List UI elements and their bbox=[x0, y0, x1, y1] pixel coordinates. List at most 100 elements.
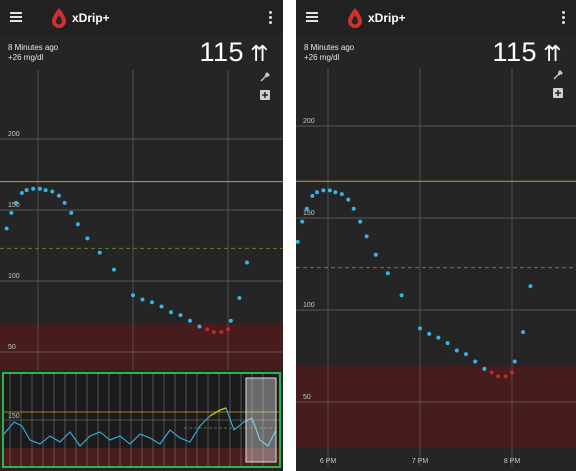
x-tick-label: 8 PM bbox=[504, 458, 521, 465]
glucose-reading-point bbox=[399, 293, 404, 298]
glucose-reading-point bbox=[85, 236, 90, 241]
glucose-reading-point bbox=[473, 359, 478, 364]
glucose-reading-point bbox=[159, 304, 164, 309]
glucose-reading-point bbox=[445, 341, 450, 346]
y-tick-label: 100 bbox=[8, 273, 20, 280]
history-preview[interactable]: 150 bbox=[2, 372, 281, 468]
history-preview-chart: 150 bbox=[3, 374, 279, 466]
low-reading-point bbox=[503, 374, 508, 379]
glucose-value: 115 bbox=[492, 37, 538, 67]
glucose-reading-point bbox=[56, 193, 61, 198]
glucose-reading-point bbox=[237, 296, 242, 301]
glucose-reading-point bbox=[4, 226, 9, 231]
low-reading-point bbox=[496, 374, 501, 379]
status-text: 8 Minutes ago +26 mg/dl bbox=[8, 43, 58, 63]
glucose-reading-point bbox=[327, 188, 332, 193]
glucose-reading-point bbox=[321, 188, 326, 193]
y-tick-label: 150 bbox=[8, 413, 20, 420]
overflow-menu-icon[interactable] bbox=[269, 11, 273, 25]
low-zone-band bbox=[0, 323, 283, 370]
app-bar: xDrip+ bbox=[0, 0, 283, 36]
screen-left: xDrip+ 8 Minutes ago +26 mg/dl 115 ⇈ 200 1… bbox=[0, 0, 283, 471]
glucose-reading-point bbox=[197, 324, 202, 329]
y-tick-label: 50 bbox=[8, 344, 16, 351]
glucose-reading-point bbox=[131, 293, 135, 298]
low-reading-point bbox=[219, 330, 224, 335]
glucose-reading-point bbox=[97, 250, 102, 255]
glucose-reading-point bbox=[427, 331, 432, 336]
glucose-reading: 115 ⇈ bbox=[200, 37, 269, 68]
glucose-value: 115 bbox=[199, 37, 245, 67]
delta: +26 mg/dl bbox=[8, 53, 44, 62]
glucose-reading: 115 ⇈ bbox=[493, 37, 562, 68]
y-tick-label: 200 bbox=[8, 131, 20, 138]
glucose-reading-point bbox=[140, 297, 145, 302]
y-tick-label: 200 bbox=[303, 118, 315, 125]
glucose-reading-point bbox=[188, 318, 192, 323]
glucose-chart[interactable]: 200150100506 PM7 PM8 PM bbox=[0, 70, 283, 370]
glucose-reading-point bbox=[62, 200, 67, 205]
glucose-reading-point bbox=[31, 186, 36, 191]
y-tick-label: 100 bbox=[303, 302, 315, 309]
glucose-reading-point bbox=[373, 252, 378, 257]
glucose-reading-point bbox=[19, 190, 24, 195]
low-reading-point bbox=[205, 327, 210, 332]
glucose-reading-point bbox=[346, 197, 351, 202]
glucose-reading-point bbox=[436, 335, 441, 340]
glucose-reading-point bbox=[300, 219, 305, 224]
glucose-reading-point bbox=[512, 359, 517, 364]
glucose-reading-point bbox=[24, 188, 29, 193]
menu-icon[interactable] bbox=[306, 12, 318, 22]
glucose-reading-point bbox=[150, 300, 154, 305]
low-reading-point bbox=[211, 330, 216, 335]
glucose-reading-point bbox=[454, 348, 459, 353]
glucose-reading-point bbox=[339, 192, 344, 197]
app-title: xDrip+ bbox=[72, 11, 110, 25]
glucose-reading-point bbox=[112, 267, 116, 272]
glucose-reading-point bbox=[37, 186, 42, 191]
app-bar: xDrip+ bbox=[296, 0, 576, 36]
glucose-reading-point bbox=[304, 206, 309, 211]
status-text: 8 Minutes ago +26 mg/dl bbox=[304, 43, 354, 63]
glucose-reading-point bbox=[482, 366, 487, 371]
glucose-reading-point bbox=[385, 271, 390, 276]
glucose-reading-point bbox=[333, 190, 338, 195]
glucose-reading-point bbox=[358, 219, 363, 224]
glucose-reading-point bbox=[43, 188, 48, 193]
overflow-menu-icon[interactable] bbox=[562, 11, 566, 25]
y-tick-label: 150 bbox=[303, 210, 315, 217]
glucose-reading-point bbox=[178, 313, 183, 318]
glucose-reading-point bbox=[69, 210, 74, 215]
viewport-selector bbox=[245, 377, 277, 463]
glucose-reading-point bbox=[296, 239, 300, 244]
glucose-reading-point bbox=[14, 200, 19, 205]
menu-icon[interactable] bbox=[10, 12, 22, 22]
trend-arrow-icon: ⇈ bbox=[543, 41, 562, 66]
y-tick-label: 50 bbox=[303, 394, 311, 401]
low-reading-point bbox=[489, 370, 494, 375]
glucose-reading-point bbox=[228, 318, 233, 323]
xdrip-logo-icon bbox=[52, 8, 66, 28]
glucose-reading-point bbox=[464, 352, 468, 357]
glucose-reading-point bbox=[418, 326, 422, 331]
x-tick-label: 7 PM bbox=[412, 458, 429, 465]
low-reading-point bbox=[510, 370, 514, 375]
app-title: xDrip+ bbox=[368, 11, 406, 25]
glucose-reading-point bbox=[364, 234, 369, 239]
glucose-reading-point bbox=[245, 260, 249, 265]
low-reading-point bbox=[226, 327, 230, 332]
glucose-reading-point bbox=[50, 189, 55, 194]
minutes-ago: 8 Minutes ago bbox=[8, 43, 59, 52]
glucose-chart[interactable]: 200 150 100 50 6 PM 7 PM 8 PM bbox=[296, 68, 576, 468]
low-zone-band bbox=[296, 365, 576, 448]
glucose-reading-point bbox=[528, 284, 533, 289]
history-trace bbox=[3, 407, 277, 447]
low-zone-band bbox=[4, 448, 279, 466]
delta: +26 mg/dl bbox=[304, 53, 340, 62]
minutes-ago: 8 Minutes ago bbox=[304, 43, 355, 52]
screen-right: xDrip+ 8 Minutes ago +26 mg/dl 115 ⇈ 200 1… bbox=[296, 0, 576, 471]
trend-arrow-icon: ⇈ bbox=[250, 41, 269, 66]
glucose-reading-point bbox=[351, 206, 356, 211]
xdrip-logo-icon bbox=[348, 8, 362, 28]
x-tick-label: 6 PM bbox=[320, 458, 337, 465]
